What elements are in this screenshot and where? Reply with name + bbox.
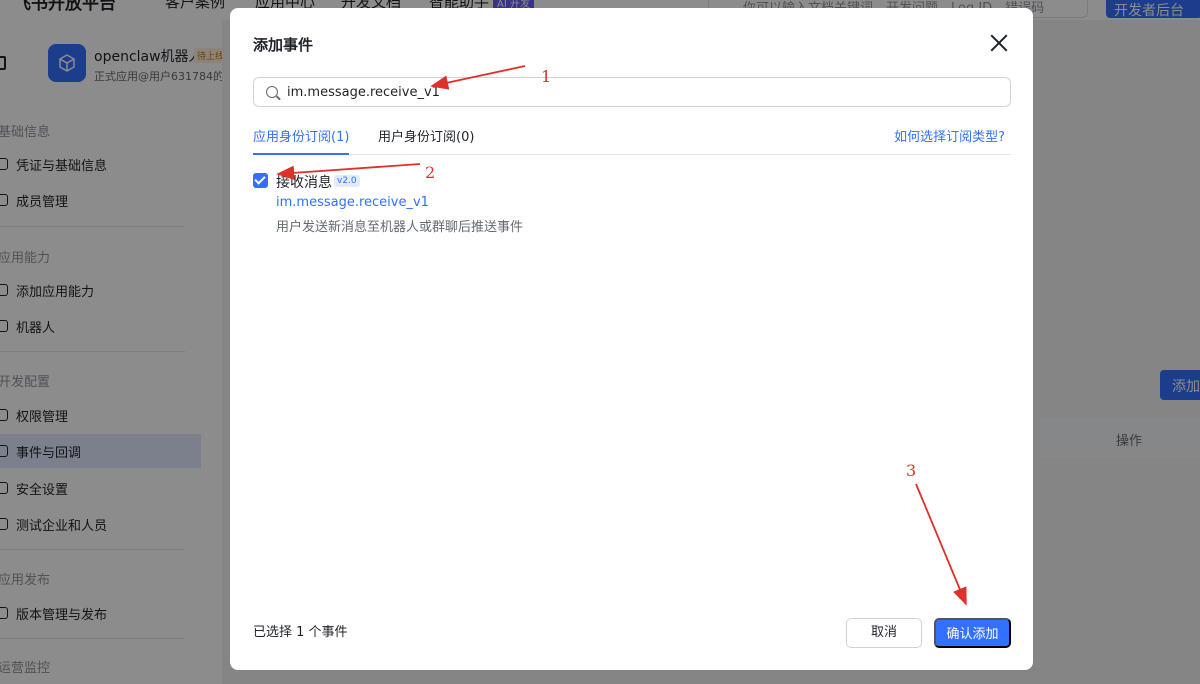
event-search-box[interactable] xyxy=(253,77,1011,107)
event-key: im.message.receive_v1 xyxy=(276,195,429,210)
close-icon[interactable] xyxy=(988,32,1010,54)
confirm-add-button[interactable]: 确认添加 xyxy=(934,618,1011,648)
search-icon xyxy=(266,86,278,98)
event-name: 接收消息 xyxy=(276,175,332,191)
subscription-type-help-link[interactable]: 如何选择订阅类型? xyxy=(894,126,1005,145)
dialog-title: 添加事件 xyxy=(253,36,314,54)
event-list-item[interactable]: 接收消息 v2.0 im.message.receive_v1 用户发送新消息至… xyxy=(253,170,753,240)
tab-user-identity[interactable]: 用户身份订阅(0) xyxy=(378,126,474,155)
add-event-dialog: 添加事件 应用身份订阅(1) 用户身份订阅(0) 如何选择订阅类型? 接收消息 … xyxy=(230,8,1033,670)
event-checkbox[interactable] xyxy=(253,173,268,188)
version-badge: v2.0 xyxy=(334,175,360,187)
event-search-input[interactable] xyxy=(287,78,987,106)
subscription-tabs: 应用身份订阅(1) 用户身份订阅(0) 如何选择订阅类型? xyxy=(253,120,1011,155)
cancel-button[interactable]: 取消 xyxy=(846,618,922,648)
tab-app-identity[interactable]: 应用身份订阅(1) xyxy=(253,126,350,155)
event-description: 用户发送新消息至机器人或群聊后推送事件 xyxy=(276,220,524,235)
selected-count: 已选择 1 个事件 xyxy=(253,625,348,640)
